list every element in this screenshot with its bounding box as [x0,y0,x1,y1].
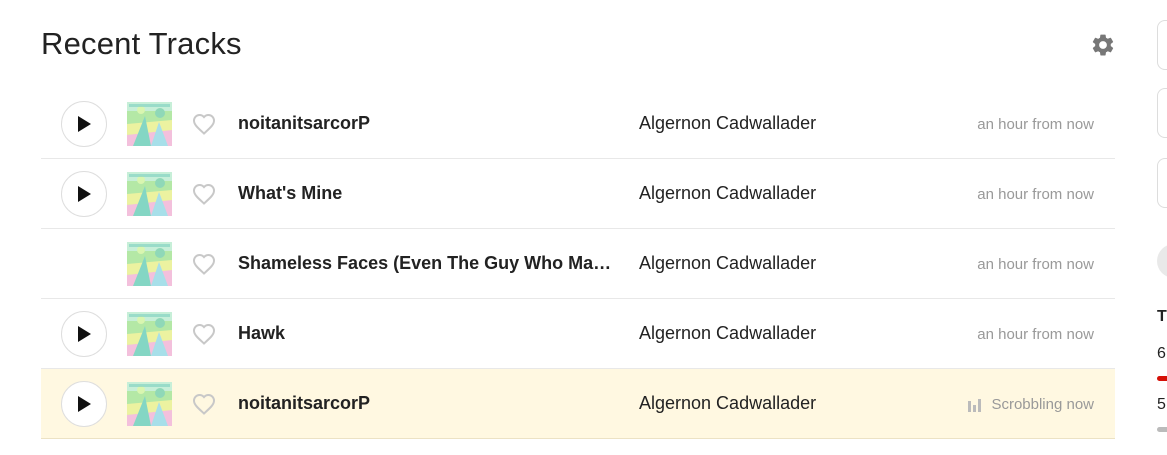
album-art[interactable] [127,102,172,146]
track-timestamp: an hour from now [977,256,1094,273]
equalizer-icon [968,398,982,412]
track-row[interactable]: noitanitsarcorP Algernon Cadwallader an ho… [41,89,1115,159]
track-timestamp: an hour from now [977,116,1094,133]
side-count: 5 [1157,396,1166,413]
side-card[interactable] [1157,158,1167,208]
settings-button[interactable] [1089,31,1117,59]
track-timestamp: an hour from now [977,186,1094,203]
love-button[interactable] [191,111,217,137]
track-name[interactable]: noitanitsarcorP [238,113,616,134]
timestamp-text: an hour from now [977,256,1094,273]
track-timestamp: an hour from now [977,326,1094,343]
track-timestamp: Scrobbling now [967,396,1094,413]
play-icon [78,396,91,412]
play-button[interactable] [61,381,107,427]
recent-tracks-list: noitanitsarcorP Algernon Cadwallader an ho… [41,89,1115,439]
play-icon [78,116,91,132]
artist-name[interactable]: Algernon Cadwallader [639,323,816,344]
play-button[interactable] [61,101,107,147]
gear-icon [1092,34,1114,56]
love-button[interactable] [191,391,217,417]
play-icon [78,186,91,202]
artist-name[interactable]: Algernon Cadwallader [639,183,816,204]
side-panel: T 6 5 [1157,0,1167,455]
track-row[interactable]: Shameless Faces (Even The Guy Who Made P… [41,229,1115,299]
heart-outline-icon [192,253,216,275]
artist-name[interactable]: Algernon Cadwallader [639,113,816,134]
track-row[interactable]: Hawk Algernon Cadwallader an hour from now [41,299,1115,369]
album-art[interactable] [127,382,172,426]
track-name[interactable]: noitanitsarcorP [238,393,616,414]
heart-outline-icon [192,393,216,415]
play-button[interactable] [61,171,107,217]
track-name[interactable]: Hawk [238,323,616,344]
track-name[interactable]: What's Mine [238,183,616,204]
timestamp-text: an hour from now [977,186,1094,203]
side-bar-gray [1157,427,1167,432]
track-name[interactable]: Shameless Faces (Even The Guy Who Made P… [238,253,616,274]
side-count: 6 [1157,345,1166,362]
album-art[interactable] [127,172,172,216]
page-title: Recent Tracks [41,26,242,61]
artist-name[interactable]: Algernon Cadwallader [639,253,816,274]
heart-outline-icon [192,113,216,135]
track-row[interactable]: What's Mine Algernon Cadwallader an hour f… [41,159,1115,229]
side-card[interactable] [1157,20,1167,70]
heart-outline-icon [192,323,216,345]
side-card[interactable] [1157,88,1167,138]
album-art[interactable] [127,312,172,356]
love-button[interactable] [191,251,217,277]
timestamp-text: an hour from now [977,326,1094,343]
side-pill-button[interactable] [1157,244,1167,278]
love-button[interactable] [191,321,217,347]
heart-outline-icon [192,183,216,205]
side-heading: T [1157,308,1167,325]
timestamp-text: Scrobbling now [991,396,1094,413]
side-bar-red [1157,376,1167,381]
love-button[interactable] [191,181,217,207]
track-row-now-playing[interactable]: noitanitsarcorP Algernon Cadwallader Scrob… [41,369,1115,439]
play-icon [78,326,91,342]
album-art[interactable] [127,242,172,286]
timestamp-text: an hour from now [977,116,1094,133]
play-button[interactable] [61,311,107,357]
artist-name[interactable]: Algernon Cadwallader [639,393,816,414]
